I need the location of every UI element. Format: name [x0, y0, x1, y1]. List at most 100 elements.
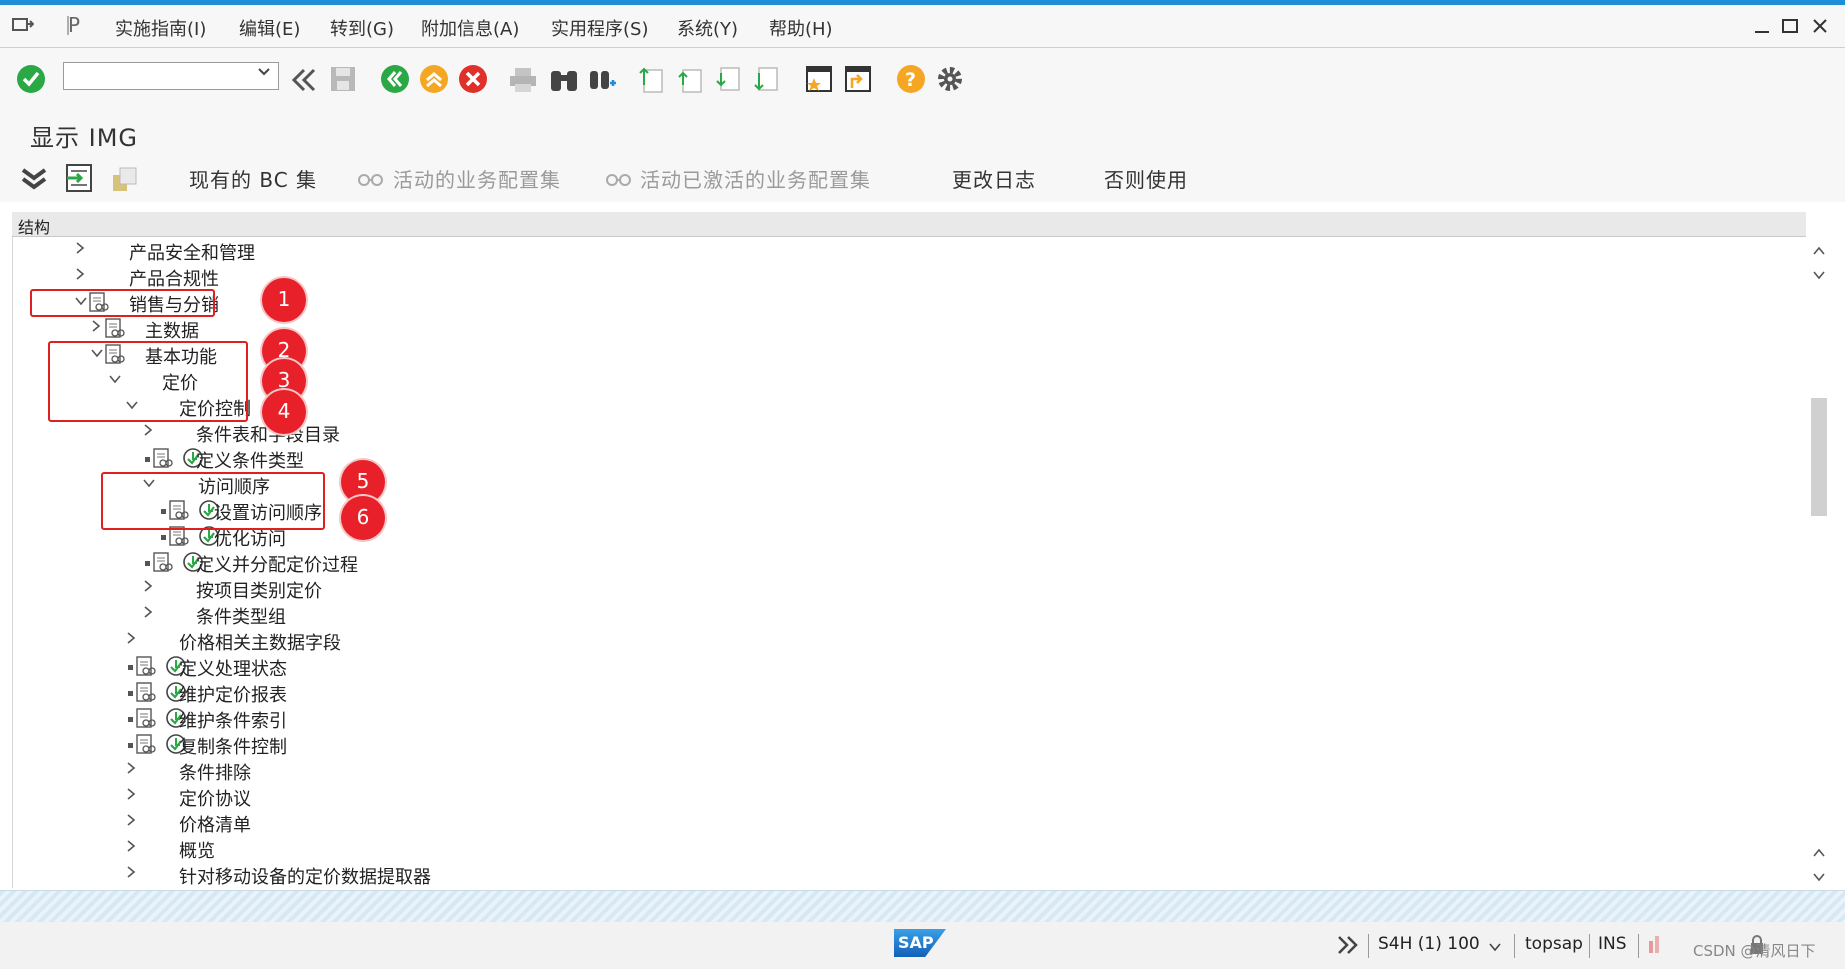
tree-node-label[interactable]: 定义并分配定价过程 [196, 551, 358, 577]
chevron-up-icon[interactable] [1812, 242, 1826, 261]
first-page-icon[interactable] [637, 65, 665, 97]
previous-page-icon[interactable] [676, 65, 704, 97]
tree-node-label[interactable]: 产品安全和管理 [129, 239, 255, 265]
otherwise-use-button[interactable]: 否则使用 [1104, 164, 1188, 193]
command-field[interactable] [63, 62, 279, 90]
tree-node[interactable]: 复制条件控制 [12, 732, 1802, 758]
command-input[interactable] [66, 65, 250, 87]
active-bc-sets-button[interactable]: 活动的业务配置集 [393, 164, 561, 193]
chevron-right-icon[interactable] [125, 812, 137, 831]
tree-node[interactable]: 针对移动设备的定价数据提取器 [12, 862, 1802, 888]
chevron-down-icon[interactable] [1488, 938, 1502, 957]
tree-vertical-scrollbar[interactable] [1808, 238, 1830, 888]
tree-node-label[interactable]: 定义处理状态 [179, 655, 287, 681]
chevron-right-icon[interactable] [74, 240, 86, 259]
clipboard-icon[interactable] [110, 163, 138, 197]
print-icon[interactable] [508, 66, 538, 98]
tree-node[interactable]: 价格清单 [12, 810, 1802, 836]
tree-node[interactable]: 产品安全和管理 [12, 238, 1802, 264]
expand-all-icon[interactable] [20, 166, 48, 196]
existing-bc-sets-button[interactable]: 现有的 BC 集 [189, 164, 317, 193]
documentation-icon[interactable] [135, 733, 157, 759]
chevron-right-icon[interactable] [125, 838, 137, 857]
chevron-right-icon[interactable] [125, 760, 137, 779]
generate-shortcut-icon[interactable] [843, 64, 873, 98]
documentation-icon[interactable] [152, 551, 174, 577]
help-icon[interactable]: ? [896, 64, 926, 98]
close-window-button[interactable] [1811, 17, 1829, 40]
menu-implementation-guide[interactable]: 实施指南(I) [115, 15, 206, 41]
menu-edit[interactable]: 编辑(E) [239, 15, 300, 41]
menu-extras[interactable]: 附加信息(A) [421, 15, 519, 41]
chevron-right-icon[interactable] [142, 578, 154, 597]
tree-node-label[interactable]: 复制条件控制 [179, 733, 287, 759]
chevron-right-icon[interactable] [74, 266, 86, 285]
tree-node[interactable]: 定价协议 [12, 784, 1802, 810]
chevron-right-icon[interactable] [90, 318, 102, 337]
tree-node-label[interactable]: 概览 [179, 837, 215, 863]
tree-node[interactable]: 价格相关主数据字段 [12, 628, 1802, 654]
create-session-icon[interactable] [804, 64, 834, 98]
tree-node[interactable]: 维护条件索引 [12, 706, 1802, 732]
tree-node-label[interactable]: 维护条件索引 [179, 707, 287, 733]
sap-gui-icon[interactable]: P [66, 13, 88, 41]
tree-node-label[interactable]: 定价协议 [179, 785, 251, 811]
minimize-button[interactable] [1753, 17, 1771, 40]
tree-node[interactable]: 维护定价报表 [12, 680, 1802, 706]
menu-icon[interactable] [12, 15, 35, 39]
documentation-icon[interactable] [135, 655, 157, 681]
chevron-right-icon[interactable] [125, 864, 137, 883]
tree-node-label[interactable]: 条件排除 [179, 759, 251, 785]
tree-node[interactable]: 概览 [12, 836, 1802, 862]
maximize-button[interactable] [1781, 17, 1799, 40]
tree-node[interactable]: 条件排除 [12, 758, 1802, 784]
scrollbar-thumb[interactable] [1811, 398, 1827, 516]
save-icon[interactable] [329, 65, 357, 97]
tree-node-label[interactable]: 价格相关主数据字段 [179, 629, 341, 655]
tree-node-label[interactable]: 主数据 [145, 317, 199, 343]
tree-node[interactable]: 定义处理状态 [12, 654, 1802, 680]
system-info[interactable]: S4H (1) 100 [1378, 934, 1480, 954]
input-mode[interactable]: INS [1598, 934, 1627, 954]
activated-bc-sets-button[interactable]: 活动已激活的业务配置集 [640, 164, 871, 193]
last-page-icon[interactable] [752, 65, 780, 97]
tree-node-label[interactable]: 价格清单 [179, 811, 251, 837]
menu-utilities[interactable]: 实用程序(S) [551, 15, 648, 41]
enter-check-icon[interactable] [16, 64, 46, 98]
tree-node-label[interactable]: 按项目类别定价 [196, 577, 322, 603]
tree-node[interactable]: 按项目类别定价 [12, 576, 1802, 602]
tree-node[interactable]: 条件类型组 [12, 602, 1802, 628]
next-page-icon[interactable] [714, 65, 742, 97]
documentation-icon[interactable] [104, 317, 126, 343]
tree-node-label[interactable]: 条件类型组 [196, 603, 286, 629]
change-log-button[interactable]: 更改日志 [952, 164, 1036, 193]
tree-node[interactable]: 定义并分配定价过程 [12, 550, 1802, 576]
tree-node-label[interactable]: 产品合规性 [129, 265, 219, 291]
select-node-icon[interactable] [65, 163, 93, 197]
chevron-down-icon[interactable] [1812, 266, 1826, 285]
tree-node-label[interactable]: 维护定价报表 [179, 681, 287, 707]
chevron-right-icon[interactable] [142, 422, 154, 441]
tree-node[interactable]: 定义条件类型 [12, 446, 1802, 472]
chevron-down-icon[interactable] [1812, 868, 1826, 887]
tree-node-label[interactable]: 针对移动设备的定价数据提取器 [179, 863, 431, 889]
gear-icon[interactable] [935, 64, 965, 98]
tree-node-label[interactable]: 定义条件类型 [196, 447, 304, 473]
menu-system[interactable]: 系统(Y) [677, 15, 738, 41]
chevron-right-icon[interactable] [142, 604, 154, 623]
documentation-icon[interactable] [135, 681, 157, 707]
chevron-right-icon[interactable] [125, 630, 137, 649]
double-chevron-left-icon[interactable] [290, 66, 318, 98]
back-icon[interactable] [380, 64, 410, 98]
documentation-icon[interactable] [135, 707, 157, 733]
menu-help[interactable]: 帮助(H) [769, 15, 833, 41]
chevron-right-icon[interactable] [125, 786, 137, 805]
find-icon[interactable] [549, 65, 579, 97]
find-next-icon[interactable] [588, 65, 618, 97]
cancel-icon[interactable] [458, 64, 488, 98]
chevron-up-icon[interactable] [1812, 844, 1826, 863]
double-chevron-right-icon[interactable] [1336, 934, 1360, 960]
documentation-icon[interactable] [152, 447, 174, 473]
chevron-down-icon[interactable] [258, 66, 270, 82]
exit-icon[interactable] [419, 64, 449, 98]
